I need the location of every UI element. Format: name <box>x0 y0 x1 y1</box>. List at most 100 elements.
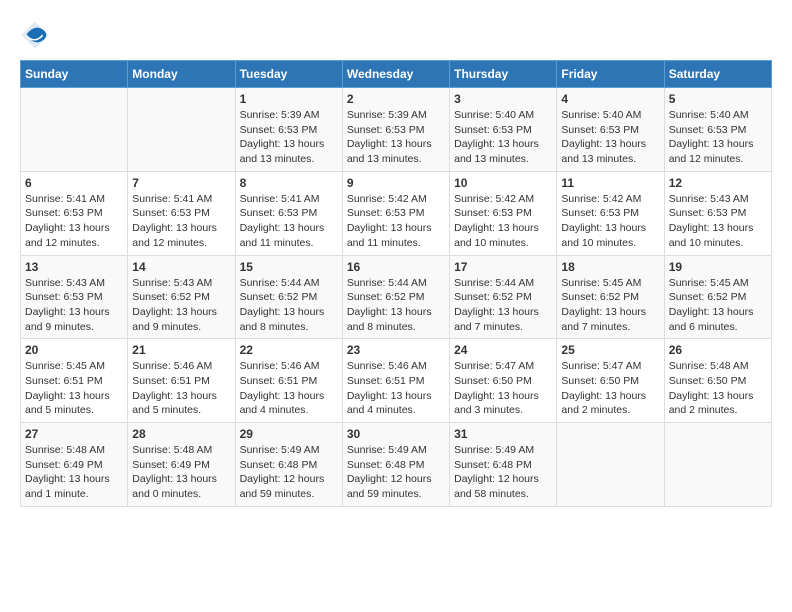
day-number: 10 <box>454 176 552 190</box>
calendar-cell: 8 Sunrise: 5:41 AMSunset: 6:53 PMDaylight… <box>235 171 342 255</box>
day-info: Sunrise: 5:49 AMSunset: 6:48 PMDaylight:… <box>240 443 338 502</box>
calendar-cell: 18 Sunrise: 5:45 AMSunset: 6:52 PMDayligh… <box>557 255 664 339</box>
day-info: Sunrise: 5:40 AMSunset: 6:53 PMDaylight:… <box>561 108 659 167</box>
day-number: 2 <box>347 92 445 106</box>
calendar-cell: 14Sunrise: 5:43 AMSunset: 6:52 PMDayligh… <box>128 255 235 339</box>
day-number: 1 <box>240 92 338 106</box>
header-cell: Monday <box>128 61 235 88</box>
day-number: 8 <box>240 176 338 190</box>
day-info: Sunrise: 5:40 AMSunset: 6:53 PMDaylight:… <box>454 108 552 167</box>
logo <box>20 20 54 50</box>
day-number: 30 <box>347 427 445 441</box>
calendar-cell: 1 Sunrise: 5:39 AMSunset: 6:53 PMDaylight… <box>235 88 342 172</box>
calendar-week-row: 20Sunrise: 5:45 AMSunset: 6:51 PMDayligh… <box>21 339 772 423</box>
calendar-week-row: 27 Sunrise: 5:48 AMSunset: 6:49 PMDayligh… <box>21 423 772 507</box>
day-number: 28 <box>132 427 230 441</box>
day-info: Sunrise: 5:48 AMSunset: 6:49 PMDaylight:… <box>132 443 230 502</box>
calendar-cell <box>128 88 235 172</box>
day-number: 13 <box>25 260 123 274</box>
day-info: Sunrise: 5:41 AMSunset: 6:53 PMDaylight:… <box>132 192 230 251</box>
day-number: 31 <box>454 427 552 441</box>
calendar-cell: 25 Sunrise: 5:47 AMSunset: 6:50 PMDayligh… <box>557 339 664 423</box>
calendar-cell: 6 Sunrise: 5:41 AMSunset: 6:53 PMDaylight… <box>21 171 128 255</box>
calendar-cell <box>557 423 664 507</box>
calendar-cell: 24Sunrise: 5:47 AMSunset: 6:50 PMDayligh… <box>450 339 557 423</box>
day-number: 12 <box>669 176 767 190</box>
day-info: Sunrise: 5:42 AMSunset: 6:53 PMDaylight:… <box>561 192 659 251</box>
day-info: Sunrise: 5:39 AMSunset: 6:53 PMDaylight:… <box>347 108 445 167</box>
day-number: 18 <box>561 260 659 274</box>
day-number: 25 <box>561 343 659 357</box>
calendar-cell: 19 Sunrise: 5:45 AMSunset: 6:52 PMDayligh… <box>664 255 771 339</box>
calendar-cell: 23 Sunrise: 5:46 AMSunset: 6:51 PMDayligh… <box>342 339 449 423</box>
day-number: 27 <box>25 427 123 441</box>
calendar-cell: 10 Sunrise: 5:42 AMSunset: 6:53 PMDayligh… <box>450 171 557 255</box>
logo-icon <box>20 20 50 50</box>
day-info: Sunrise: 5:43 AMSunset: 6:52 PMDaylight:… <box>132 276 230 335</box>
day-info: Sunrise: 5:41 AMSunset: 6:53 PMDaylight:… <box>25 192 123 251</box>
calendar-cell: 31 Sunrise: 5:49 AMSunset: 6:48 PMDayligh… <box>450 423 557 507</box>
day-number: 19 <box>669 260 767 274</box>
day-info: Sunrise: 5:40 AMSunset: 6:53 PMDaylight:… <box>669 108 767 167</box>
calendar-cell: 22Sunrise: 5:46 AMSunset: 6:51 PMDayligh… <box>235 339 342 423</box>
day-number: 16 <box>347 260 445 274</box>
calendar-week-row: 13Sunrise: 5:43 AMSunset: 6:53 PMDayligh… <box>21 255 772 339</box>
day-info: Sunrise: 5:48 AMSunset: 6:50 PMDaylight:… <box>669 359 767 418</box>
day-number: 21 <box>132 343 230 357</box>
header-row: SundayMondayTuesdayWednesdayThursdayFrid… <box>21 61 772 88</box>
day-info: Sunrise: 5:45 AMSunset: 6:52 PMDaylight:… <box>669 276 767 335</box>
calendar-cell: 3Sunrise: 5:40 AMSunset: 6:53 PMDaylight… <box>450 88 557 172</box>
calendar-cell: 27 Sunrise: 5:48 AMSunset: 6:49 PMDayligh… <box>21 423 128 507</box>
day-number: 15 <box>240 260 338 274</box>
calendar-cell: 20Sunrise: 5:45 AMSunset: 6:51 PMDayligh… <box>21 339 128 423</box>
day-info: Sunrise: 5:42 AMSunset: 6:53 PMDaylight:… <box>347 192 445 251</box>
day-number: 5 <box>669 92 767 106</box>
calendar-cell: 28 Sunrise: 5:48 AMSunset: 6:49 PMDayligh… <box>128 423 235 507</box>
day-info: Sunrise: 5:46 AMSunset: 6:51 PMDaylight:… <box>240 359 338 418</box>
day-number: 9 <box>347 176 445 190</box>
day-info: Sunrise: 5:44 AMSunset: 6:52 PMDaylight:… <box>454 276 552 335</box>
calendar-cell: 17 Sunrise: 5:44 AMSunset: 6:52 PMDayligh… <box>450 255 557 339</box>
calendar-cell <box>664 423 771 507</box>
day-number: 29 <box>240 427 338 441</box>
day-info: Sunrise: 5:46 AMSunset: 6:51 PMDaylight:… <box>347 359 445 418</box>
day-info: Sunrise: 5:41 AMSunset: 6:53 PMDaylight:… <box>240 192 338 251</box>
day-number: 17 <box>454 260 552 274</box>
calendar-cell: 29 Sunrise: 5:49 AMSunset: 6:48 PMDayligh… <box>235 423 342 507</box>
day-info: Sunrise: 5:45 AMSunset: 6:52 PMDaylight:… <box>561 276 659 335</box>
day-info: Sunrise: 5:44 AMSunset: 6:52 PMDaylight:… <box>240 276 338 335</box>
day-info: Sunrise: 5:49 AMSunset: 6:48 PMDaylight:… <box>347 443 445 502</box>
calendar-week-row: 6 Sunrise: 5:41 AMSunset: 6:53 PMDaylight… <box>21 171 772 255</box>
day-number: 24 <box>454 343 552 357</box>
calendar-cell: 30 Sunrise: 5:49 AMSunset: 6:48 PMDayligh… <box>342 423 449 507</box>
calendar-cell: 21 Sunrise: 5:46 AMSunset: 6:51 PMDayligh… <box>128 339 235 423</box>
calendar-cell: 11 Sunrise: 5:42 AMSunset: 6:53 PMDayligh… <box>557 171 664 255</box>
calendar-cell: 16Sunrise: 5:44 AMSunset: 6:52 PMDayligh… <box>342 255 449 339</box>
calendar-cell: 4Sunrise: 5:40 AMSunset: 6:53 PMDaylight… <box>557 88 664 172</box>
day-info: Sunrise: 5:49 AMSunset: 6:48 PMDaylight:… <box>454 443 552 502</box>
day-number: 23 <box>347 343 445 357</box>
header-cell: Friday <box>557 61 664 88</box>
day-number: 26 <box>669 343 767 357</box>
header-cell: Sunday <box>21 61 128 88</box>
day-info: Sunrise: 5:47 AMSunset: 6:50 PMDaylight:… <box>561 359 659 418</box>
calendar-cell: 9 Sunrise: 5:42 AMSunset: 6:53 PMDaylight… <box>342 171 449 255</box>
calendar-cell: 2 Sunrise: 5:39 AMSunset: 6:53 PMDaylight… <box>342 88 449 172</box>
day-info: Sunrise: 5:43 AMSunset: 6:53 PMDaylight:… <box>669 192 767 251</box>
calendar-cell: 7 Sunrise: 5:41 AMSunset: 6:53 PMDaylight… <box>128 171 235 255</box>
day-info: Sunrise: 5:39 AMSunset: 6:53 PMDaylight:… <box>240 108 338 167</box>
day-info: Sunrise: 5:46 AMSunset: 6:51 PMDaylight:… <box>132 359 230 418</box>
header-cell: Saturday <box>664 61 771 88</box>
calendar-cell: 15 Sunrise: 5:44 AMSunset: 6:52 PMDayligh… <box>235 255 342 339</box>
calendar-cell: 26 Sunrise: 5:48 AMSunset: 6:50 PMDayligh… <box>664 339 771 423</box>
day-number: 6 <box>25 176 123 190</box>
calendar-cell: 13Sunrise: 5:43 AMSunset: 6:53 PMDayligh… <box>21 255 128 339</box>
calendar-cell: 5 Sunrise: 5:40 AMSunset: 6:53 PMDaylight… <box>664 88 771 172</box>
day-number: 11 <box>561 176 659 190</box>
day-info: Sunrise: 5:45 AMSunset: 6:51 PMDaylight:… <box>25 359 123 418</box>
header-cell: Thursday <box>450 61 557 88</box>
day-info: Sunrise: 5:48 AMSunset: 6:49 PMDaylight:… <box>25 443 123 502</box>
header-cell: Tuesday <box>235 61 342 88</box>
day-info: Sunrise: 5:42 AMSunset: 6:53 PMDaylight:… <box>454 192 552 251</box>
day-number: 7 <box>132 176 230 190</box>
